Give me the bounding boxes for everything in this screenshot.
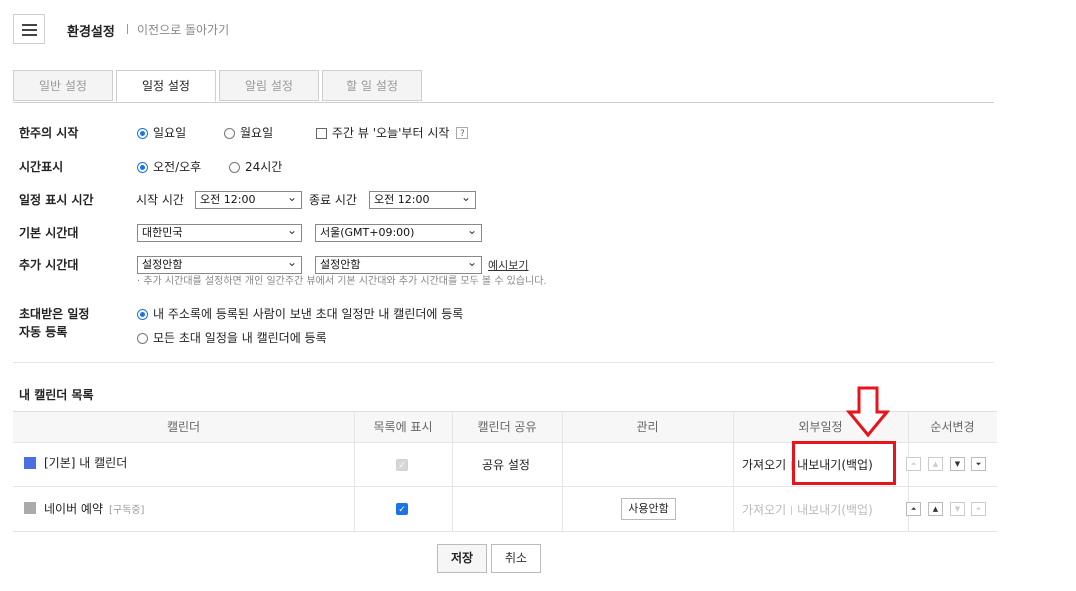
calendar-color-swatch: [24, 502, 36, 514]
week-start-sunday[interactable]: 일요일: [137, 125, 186, 141]
separator: [791, 506, 793, 515]
base-country-select[interactable]: 대한민국: [137, 222, 302, 242]
option-label: 주간 뷰 '오늘'부터 시작: [332, 126, 450, 140]
shown-checkbox-disabled: ✓: [396, 459, 408, 471]
subscribed-tag: [구독중]: [109, 505, 145, 516]
shown-checkbox[interactable]: ✓: [396, 503, 408, 515]
col-share: 캘린더 공유: [477, 420, 537, 434]
option-label: 오전/오후: [153, 160, 202, 174]
menu-button[interactable]: [13, 14, 45, 44]
option-label: 일요일: [153, 126, 187, 140]
disable-button[interactable]: 사용안함: [621, 498, 676, 520]
down-arrow-icon: [846, 386, 890, 438]
move-down-icon[interactable]: ▼: [950, 457, 965, 471]
calendar-name: 네이버 예약: [44, 502, 104, 516]
radio-icon[interactable]: [137, 161, 148, 173]
tab-general[interactable]: 일반 설정: [13, 70, 113, 101]
base-timezone-label: 기본 시간대: [19, 226, 79, 240]
page-title: 환경설정: [67, 25, 115, 40]
hamburger-icon-line: [22, 34, 37, 36]
invites-contacts-only[interactable]: 내 주소록에 등록된 사람이 보낸 초대 일정만 내 캘린더에 등록: [137, 306, 463, 322]
col-order: 순서변경: [930, 420, 975, 434]
col-manage: 관리: [636, 420, 659, 434]
start-time-label: 시작 시간: [136, 193, 184, 207]
col-divider: [562, 411, 563, 531]
invites-label-line1: 초대받은 일정: [19, 307, 90, 321]
move-up-icon[interactable]: ▲: [928, 502, 943, 516]
calendar-color-swatch: [24, 457, 36, 469]
col-divider: [733, 411, 734, 531]
col-calendar: 캘린더: [166, 420, 201, 434]
tab-notifications[interactable]: 알림 설정: [219, 70, 319, 101]
end-time-select[interactable]: 오전 12:00: [369, 189, 476, 209]
option-label: 월요일: [240, 126, 274, 140]
week-start-label: 한주의 시작: [19, 126, 79, 140]
tab-schedule[interactable]: 일정 설정: [116, 70, 216, 102]
time-display-label: 시간표시: [19, 160, 64, 174]
section-divider: [13, 362, 994, 363]
hamburger-icon-line: [22, 29, 37, 31]
header-separator: [127, 24, 128, 34]
invites-all[interactable]: 모든 초대 일정을 내 캘린더에 등록: [137, 330, 327, 346]
export-backup-link: 내보내기(백업): [797, 503, 873, 517]
extra-timezone-label: 추가 시간대: [19, 258, 79, 272]
external-actions-disabled: 가져오기 내보내기(백업): [742, 502, 873, 518]
calendar-name: [기본] 내 캘린더: [44, 456, 128, 470]
option-label: 모든 초대 일정을 내 캘린더에 등록: [153, 331, 327, 345]
invites-label-line2: 자동 등록: [19, 325, 68, 339]
hamburger-icon: [22, 24, 37, 26]
cancel-button[interactable]: 취소: [491, 544, 541, 573]
calendar-list-title: 내 캘린더 목록: [19, 388, 94, 402]
calendar-name-row: 네이버 예약 [구독중]: [44, 501, 144, 519]
extra-timezone-note: · 추가 시간대를 설정하면 개인 일간주간 뷰에서 기본 시간대와 추가 시간…: [137, 276, 547, 287]
move-top-icon: ⏶: [906, 457, 921, 471]
radio-icon[interactable]: [229, 161, 240, 173]
radio-icon[interactable]: [137, 308, 148, 320]
back-link[interactable]: 이전으로 돌아가기: [137, 21, 229, 38]
radio-icon[interactable]: [137, 332, 148, 344]
extra-zone-select[interactable]: 설정안함: [315, 254, 482, 274]
move-bottom-icon[interactable]: ⏷: [971, 457, 986, 471]
option-label: 24시간: [245, 160, 283, 174]
col-divider: [354, 411, 355, 531]
import-link: 가져오기: [742, 503, 787, 517]
start-time-select[interactable]: 오전 12:00: [195, 189, 302, 209]
option-label: 내 주소록에 등록된 사람이 보낸 초대 일정만 내 캘린더에 등록: [153, 307, 464, 321]
move-down-icon: ▼: [950, 502, 965, 516]
share-settings-link[interactable]: 공유 설정: [482, 457, 530, 473]
export-highlight-box: [792, 441, 896, 485]
import-link[interactable]: 가져오기: [742, 458, 786, 472]
example-link[interactable]: 예시보기: [488, 257, 528, 275]
base-zone-select[interactable]: 서울(GMT+09:00): [315, 222, 482, 242]
move-top-icon[interactable]: ⏶: [906, 502, 921, 516]
radio-icon[interactable]: [137, 127, 148, 139]
radio-icon[interactable]: [224, 127, 235, 139]
settings-tabs: 일반 설정 일정 설정 알림 설정 할 일 설정: [13, 70, 994, 103]
week-start-monday[interactable]: 월요일: [224, 125, 273, 141]
checkbox-icon[interactable]: [316, 127, 327, 139]
time-display-24h[interactable]: 24시간: [229, 159, 282, 175]
move-bottom-icon: ⏷: [971, 502, 986, 516]
weekly-view-today-option[interactable]: 주간 뷰 '오늘'부터 시작 ?: [316, 125, 469, 141]
extra-country-select[interactable]: 설정안함: [137, 254, 302, 274]
col-divider: [452, 411, 453, 531]
tab-todo[interactable]: 할 일 설정: [322, 70, 422, 101]
end-time-label: 종료 시간: [309, 193, 357, 207]
col-shown: 목록에 표시: [373, 420, 433, 434]
help-icon[interactable]: ?: [456, 127, 469, 139]
move-up-icon: ▲: [928, 457, 943, 471]
display-time-label: 일정 표시 시간: [19, 193, 94, 207]
save-button[interactable]: 저장: [437, 544, 487, 573]
time-display-ampm[interactable]: 오전/오후: [137, 159, 201, 175]
